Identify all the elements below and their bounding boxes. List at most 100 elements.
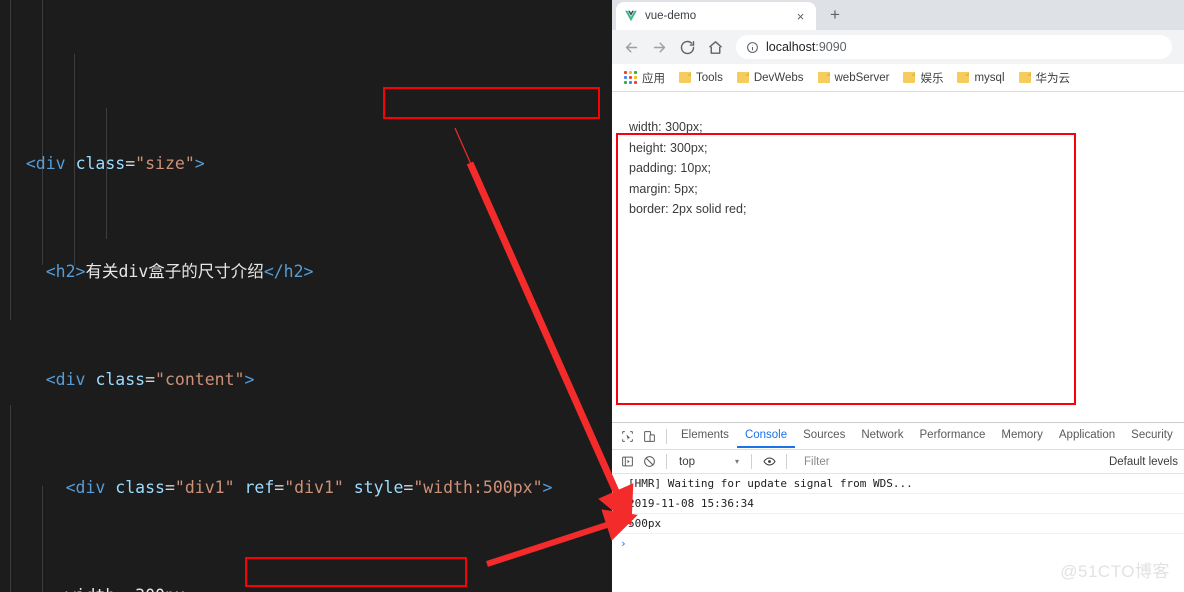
url-host: localhost — [766, 40, 816, 54]
console-row[interactable]: 500px — [612, 514, 1184, 534]
bookmark-label: webServer — [834, 71, 890, 84]
div1-line: margin: 5px; — [629, 181, 698, 196]
inspect-element-icon[interactable] — [616, 425, 638, 447]
bookmark-yule[interactable]: 娱乐 — [897, 68, 949, 88]
divider — [666, 454, 667, 469]
tok-div-open: <div — [45, 370, 86, 389]
code-line[interactable]: width: 300px; — [0, 582, 612, 592]
folder-icon — [903, 72, 916, 83]
tok-size-val: "size" — [135, 154, 195, 173]
tab-strip[interactable]: vue-demo × + — [612, 0, 1184, 30]
divider — [786, 454, 788, 469]
console-filter-input[interactable]: Filter — [799, 453, 1103, 470]
div1-line: border: 2px solid red; — [629, 202, 747, 216]
browser-tab-vue-demo[interactable]: vue-demo × — [616, 2, 816, 30]
code-line-partial — [6, 46, 46, 65]
back-icon[interactable] — [618, 34, 644, 60]
devtools-tab-memory[interactable]: Memory — [993, 425, 1051, 448]
folder-icon — [1018, 72, 1031, 83]
code-line[interactable]: <div class="content"> — [0, 366, 612, 393]
execute-side-panel-icon[interactable] — [616, 451, 638, 473]
tok-gt: > — [542, 478, 553, 497]
bookmark-huaweicloud[interactable]: 华为云 — [1013, 68, 1077, 88]
rendered-div1-box: width: 300px; height: 300px; padding: 10… — [616, 100, 1076, 372]
tok-h2-open: <h2> — [45, 262, 86, 281]
watermark: @51CTO博客 — [1060, 562, 1170, 581]
code-line[interactable]: <h2>有关div盒子的尺寸介绍</h2> — [0, 258, 612, 285]
devtools-tab-bar[interactable]: Elements Console Sources Network Perform… — [612, 423, 1184, 450]
tok-class-attr: class — [115, 478, 165, 497]
bookmark-devwebs[interactable]: DevWebs — [731, 70, 810, 86]
page-viewport[interactable]: width: 300px; height: 300px; padding: 10… — [612, 92, 1184, 414]
tok-div-open: <div — [65, 478, 106, 497]
tab-title: vue-demo — [645, 10, 697, 22]
browser-toolbar[interactable]: localhost:9090 — [612, 30, 1184, 64]
url-port: :9090 — [815, 40, 847, 54]
bookmark-label: mysql — [974, 71, 1005, 84]
console-filter-bar[interactable]: top ▾ Filter Default levels — [612, 450, 1184, 474]
tok-gt: > — [244, 370, 255, 389]
console-prompt[interactable]: › — [612, 534, 1184, 553]
live-expression-icon[interactable] — [758, 451, 780, 473]
code-line[interactable] — [0, 42, 612, 69]
reload-icon[interactable] — [674, 34, 700, 60]
tok-style-attr: style — [353, 478, 404, 497]
tok-div-open: <div — [25, 154, 66, 173]
context-label: top — [679, 455, 695, 468]
tok-ref-attr: ref — [244, 478, 275, 497]
div1-line: height: 300px; — [629, 140, 708, 155]
clear-console-icon[interactable] — [638, 451, 660, 473]
folder-icon — [736, 72, 749, 83]
tok-eq: = — [274, 478, 285, 497]
devtools-tab-application[interactable]: Application — [1051, 425, 1123, 448]
code-line[interactable]: <div class="size"> — [0, 150, 612, 177]
bookmark-apps[interactable]: 应用 — [618, 68, 671, 88]
bookmark-label: DevWebs — [753, 71, 804, 84]
tok-class-attr: class — [95, 370, 146, 389]
tok-h2-close: </h2> — [263, 262, 314, 281]
div1-text-lines: width: 300px; height: 300px; padding: 10… — [616, 100, 1076, 220]
devtools-panel[interactable]: Elements Console Sources Network Perform… — [612, 422, 1184, 592]
close-icon[interactable]: × — [793, 9, 808, 24]
devtools-tab-console[interactable]: Console — [736, 425, 796, 448]
div1-line: padding: 10px; — [629, 161, 712, 175]
console-output[interactable]: [HMR] Waiting for update signal from WDS… — [612, 474, 1184, 553]
home-icon[interactable] — [702, 34, 728, 60]
tok-div1-val: "div1" — [174, 478, 235, 497]
tok-eq: = — [403, 478, 414, 497]
devtools-tab-elements[interactable]: Elements — [673, 425, 737, 448]
devtools-tab-network[interactable]: Network — [853, 425, 911, 448]
tok-eq: = — [125, 154, 136, 173]
tok-content-val: "content" — [155, 370, 245, 389]
divider — [751, 454, 753, 469]
forward-icon[interactable] — [646, 34, 672, 60]
tok-style-val: "width:500px" — [413, 478, 543, 497]
code-editor[interactable]: <div class="size"> <h2>有关div盒子的尺寸介绍</h2>… — [0, 0, 612, 592]
code-text[interactable]: <div class="size"> <h2>有关div盒子的尺寸介绍</h2>… — [0, 0, 612, 592]
url-text: localhost:9090 — [766, 40, 847, 54]
screenshot-root: <div class="size"> <h2>有关div盒子的尺寸介绍</h2>… — [0, 0, 1184, 592]
code-line[interactable]: <div class="div1" ref="div1" style="widt… — [0, 474, 612, 501]
console-log-levels[interactable]: Default levels — [1109, 456, 1184, 468]
bookmark-label: 华为云 — [1035, 72, 1071, 85]
new-tab-button[interactable]: + — [822, 2, 848, 28]
devtools-tab-performance[interactable]: Performance — [912, 425, 994, 448]
folder-icon — [679, 72, 691, 83]
bookmark-tools[interactable]: Tools — [673, 70, 729, 86]
bookmark-mysql[interactable]: mysql — [951, 70, 1010, 86]
tok-eq: = — [145, 370, 156, 389]
console-row[interactable]: 2019-11-08 15:36:34 — [612, 494, 1184, 514]
bookmarks-bar[interactable]: 应用 Tools DevWebs webServer 娱乐 mysql 华为云 — [612, 64, 1184, 92]
console-row[interactable]: [HMR] Waiting for update signal from WDS… — [612, 474, 1184, 494]
device-toolbar-icon[interactable] — [638, 425, 660, 447]
vue-logo-icon — [625, 10, 637, 22]
tok-h2-text: 有关div盒子的尺寸介绍 — [85, 262, 264, 281]
tok-gt: > — [194, 154, 205, 173]
bookmark-webserver[interactable]: webServer — [812, 70, 896, 86]
address-bar[interactable]: localhost:9090 — [736, 35, 1172, 59]
devtools-tab-sources[interactable]: Sources — [795, 425, 853, 448]
devtools-tab-security[interactable]: Security — [1123, 425, 1181, 448]
chevron-down-icon: ▾ — [735, 457, 740, 466]
chrome-browser-window[interactable]: vue-demo × + localhost:9090 应用 Tools Dev… — [612, 0, 1184, 592]
console-context-selector[interactable]: top ▾ — [673, 456, 745, 468]
